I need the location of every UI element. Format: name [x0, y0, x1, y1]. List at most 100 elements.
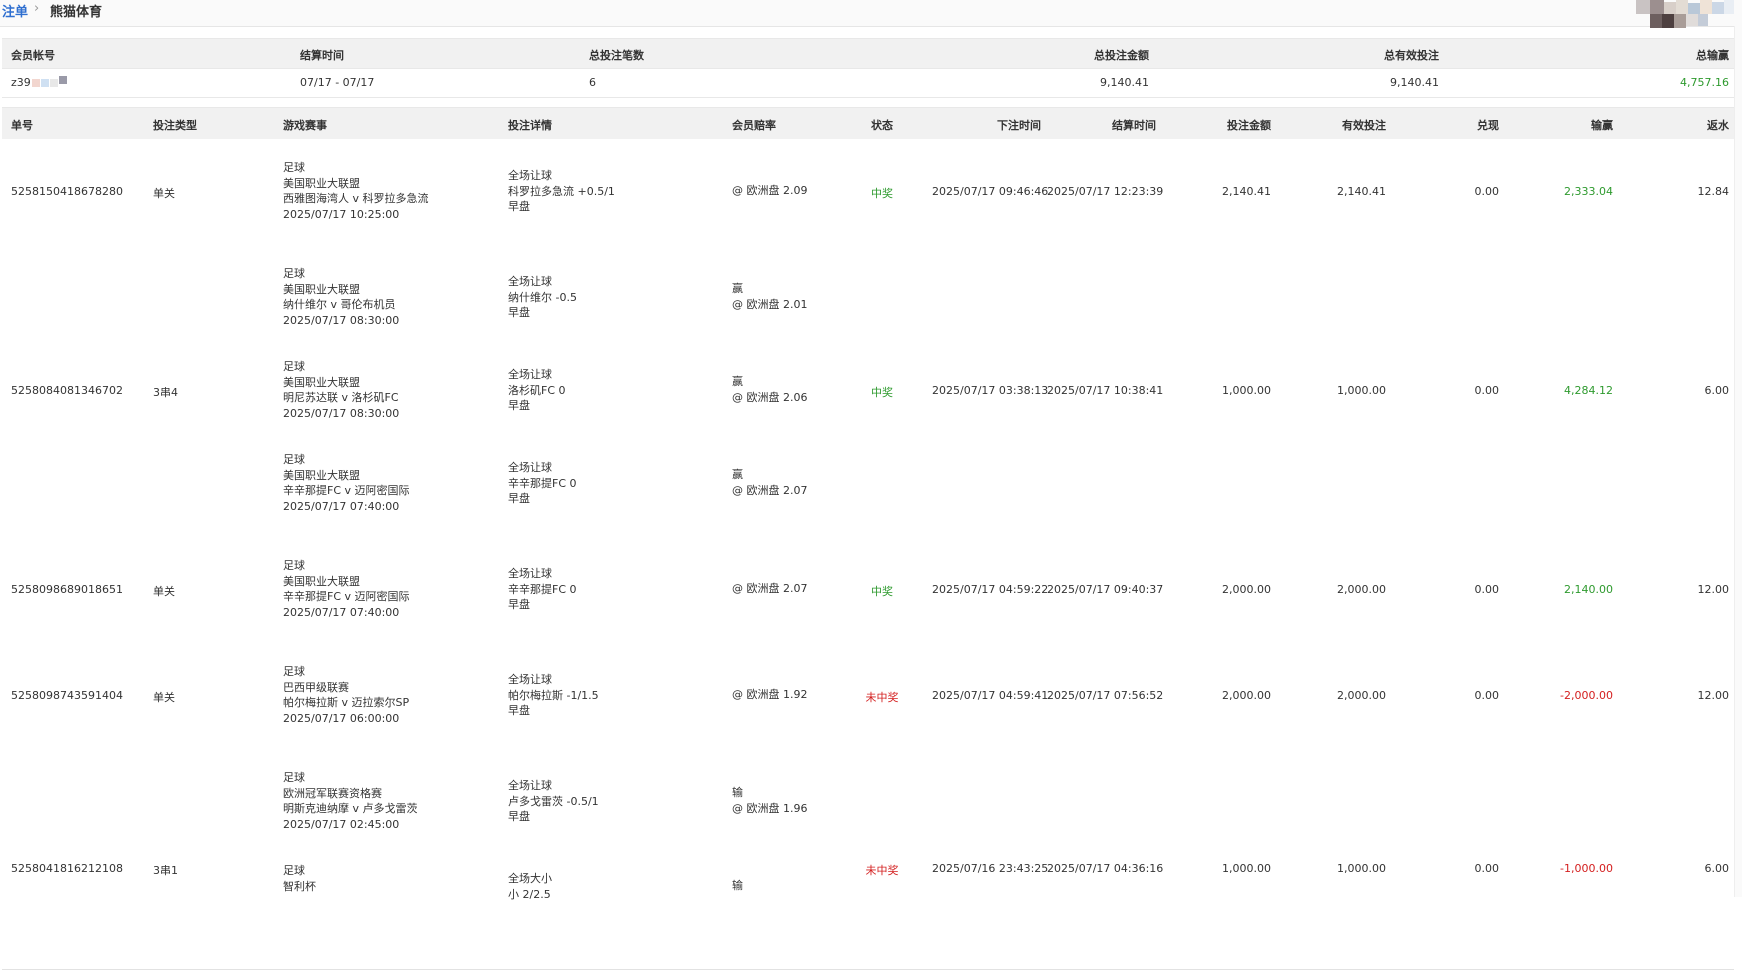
- settle-time: 2025/07/17 10:38:41: [1047, 384, 1164, 397]
- event-line: 西雅图海湾人 v 科罗拉多急流: [283, 192, 429, 205]
- event-line: 帕尔梅拉斯 v 迈拉索尔SP: [283, 696, 410, 709]
- detail-line: 辛辛那提FC 0: [508, 582, 577, 596]
- summary-total-win: 4,757.16: [1680, 76, 1729, 89]
- event-line: [283, 910, 316, 926]
- event-block: 足球美国职业大联盟西雅图海湾人 v 科罗拉多急流 2025/07/17 10:25…: [283, 160, 429, 222]
- bet-id[interactable]: 5258041816212108: [11, 862, 123, 875]
- bet-id[interactable]: 5258098743591404: [11, 689, 123, 702]
- bet-amount: 2,000.00: [1222, 583, 1271, 596]
- detail-line: 早盘: [508, 704, 530, 717]
- col-header-win: 输赢: [1591, 119, 1613, 132]
- table-row[interactable]: 5258150418678280 单关 中奖 2025/07/17 09:46:46 2…: [2, 139, 1734, 246]
- table-row[interactable]: 5258084081346702 3串4 中奖 2025/07/17 03:38:13…: [2, 245, 1734, 538]
- event-line: 足球: [283, 864, 305, 877]
- table-row[interactable]: 5258041816212108 3串1 未中奖 2025/07/16 23:43:2…: [2, 749, 1734, 970]
- table-row[interactable]: 5258098689018651 单关 中奖 2025/07/17 04:59:22 2…: [2, 537, 1734, 644]
- bet-id[interactable]: 5258084081346702: [11, 384, 123, 397]
- odds-line: @ 欧洲盘 2.07: [732, 483, 808, 497]
- bet-id[interactable]: 5258150418678280: [11, 185, 123, 198]
- odds-block: 赢 @ 欧洲盘 2.07: [732, 467, 808, 498]
- bet-id[interactable]: 5258098689018651: [11, 583, 123, 596]
- cashout-amount: 0.00: [1474, 384, 1500, 397]
- event-line: 美国职业大联盟: [283, 282, 360, 296]
- col-header-amount: 投注金额: [1227, 119, 1271, 132]
- redacted-mark: [40, 79, 49, 87]
- detail-line: 全场让球: [508, 275, 552, 288]
- event-line: 足球: [283, 161, 305, 174]
- detail-line: 早盘: [508, 492, 530, 505]
- event-block: 足球 巴西甲级联赛 帕尔梅拉斯 v 迈拉索尔SP 2025/07/17 06:00:0…: [283, 664, 409, 726]
- summary-header-total-valid: 总有效投注: [1384, 49, 1439, 62]
- col-header-type: 投注类型: [153, 119, 197, 132]
- event-line: 足球: [283, 360, 305, 373]
- event-block: 足球 美国职业大联盟 纳什维尔 v 哥伦布机员 2025/07/17 08:30:00: [283, 266, 399, 328]
- summary-row: z39 07/17 - 07/17 6 9,140.41 9,140.41 4,…: [2, 68, 1734, 98]
- status-badge: 中奖: [871, 187, 893, 200]
- summary-header-total-bet: 总投注金额: [1094, 49, 1149, 62]
- odds-line: @ 欧洲盘 2.09: [732, 184, 808, 197]
- detail-line: 全场让球: [508, 673, 552, 686]
- bet-type: 单关: [153, 691, 175, 704]
- event-block: 足球 美国职业大联盟 明尼苏达联 v 洛杉矶FC 2025/07/17 08:30:0…: [283, 359, 399, 421]
- detail-line: 全场让球: [508, 461, 552, 474]
- event-line: 足球: [283, 453, 305, 466]
- event-block: 足球 美国职业大联盟 辛辛那提FC v 迈阿密国际 2025/07/17 07:40:…: [283, 558, 410, 620]
- col-header-valid: 有效投注: [1342, 119, 1386, 132]
- odds-block: 赢 @ 欧洲盘 2.01: [732, 281, 808, 312]
- event-line: 2025/07/17 10:25:00: [283, 207, 400, 221]
- detail-line: 早盘: [508, 306, 530, 319]
- odds-block: @ 欧洲盘 2.09: [732, 183, 808, 199]
- bet-type: 3串4: [153, 386, 178, 399]
- scrollbar-track[interactable]: [1734, 26, 1742, 897]
- table-row[interactable]: 5258098743591404 单关 未中奖 2025/07/17 04:59:41…: [2, 643, 1734, 750]
- event-line: 智利杯: [283, 879, 316, 893]
- odds-block: 赢 @ 欧洲盘 2.06: [732, 374, 808, 405]
- detail-line: 全场让球: [508, 779, 552, 792]
- odds-block: @ 欧洲盘 2.07: [732, 581, 808, 597]
- odds-line: 输: [732, 786, 743, 799]
- detail-line: 早盘: [508, 810, 530, 823]
- event-line: 美国职业大联盟: [283, 574, 360, 588]
- event-line: 足球: [283, 267, 305, 280]
- detail-block: 全场让球帕尔梅拉斯 -1/1.5 早盘: [508, 672, 599, 719]
- summary-settle-range: 07/17 - 07/17: [300, 76, 375, 89]
- settle-time: 2025/07/17 07:56:52: [1047, 689, 1164, 702]
- win-loss: 4,284.12: [1564, 384, 1613, 397]
- col-header-rebate: 返水: [1707, 119, 1729, 132]
- bet-time: 2025/07/16 23:43:25: [932, 862, 1049, 875]
- detail-line: 帕尔梅拉斯 -1/1.5: [508, 688, 599, 702]
- breadcrumb-separator: ›: [34, 1, 40, 16]
- bet-time: 2025/07/17 03:38:13: [932, 384, 1049, 397]
- rebate: 12.84: [1697, 185, 1730, 198]
- rebate: 6.00: [1704, 862, 1730, 875]
- event-line: 2025/07/17 02:45:00: [283, 817, 400, 831]
- win-loss: 2,333.04: [1564, 185, 1613, 198]
- detail-line: 科罗拉多急流 +0.5/1: [508, 184, 615, 198]
- bet-type: 3串1: [153, 864, 178, 877]
- event-line: 足球: [283, 559, 305, 572]
- event-line: 美国职业大联盟: [283, 176, 360, 190]
- breadcrumb-root-link[interactable]: 注单: [2, 1, 28, 20]
- event-line: 2025/07/17 07:40:00: [283, 605, 400, 619]
- detail-line: 全场让球: [508, 368, 552, 381]
- summary-total-valid: 9,140.41: [1390, 76, 1439, 89]
- event-line: 2025/07/17 08:30:00: [283, 406, 400, 420]
- bet-amount: 1,000.00: [1222, 862, 1271, 875]
- bet-type: 单关: [153, 187, 175, 200]
- summary-header-settle-time: 结算时间: [300, 49, 344, 62]
- bet-amount: 2,000.00: [1222, 689, 1271, 702]
- detail-line: 卢多戈雷茨 -0.5/1: [508, 794, 599, 808]
- detail-line: 辛辛那提FC 0: [508, 476, 577, 490]
- detail-line: 洛杉矶FC 0: [508, 383, 566, 397]
- status-badge: 未中奖: [865, 691, 899, 704]
- detail-block: 全场让球卢多戈雷茨 -0.5/1 早盘: [508, 778, 599, 825]
- detail-line: 全场让球: [508, 169, 552, 182]
- summary-header-count: 总投注笔数: [589, 49, 644, 62]
- col-header-cashout: 兑现: [1477, 119, 1499, 132]
- detail-line: [508, 902, 552, 918]
- odds-line: @ 欧洲盘 1.92: [732, 688, 808, 701]
- odds-line: @ 欧洲盘 1.96: [732, 801, 808, 815]
- valid-amount: 1,000.00: [1337, 384, 1386, 397]
- detail-line: 纳什维尔 -0.5: [508, 290, 577, 304]
- bet-type: 单关: [153, 585, 175, 598]
